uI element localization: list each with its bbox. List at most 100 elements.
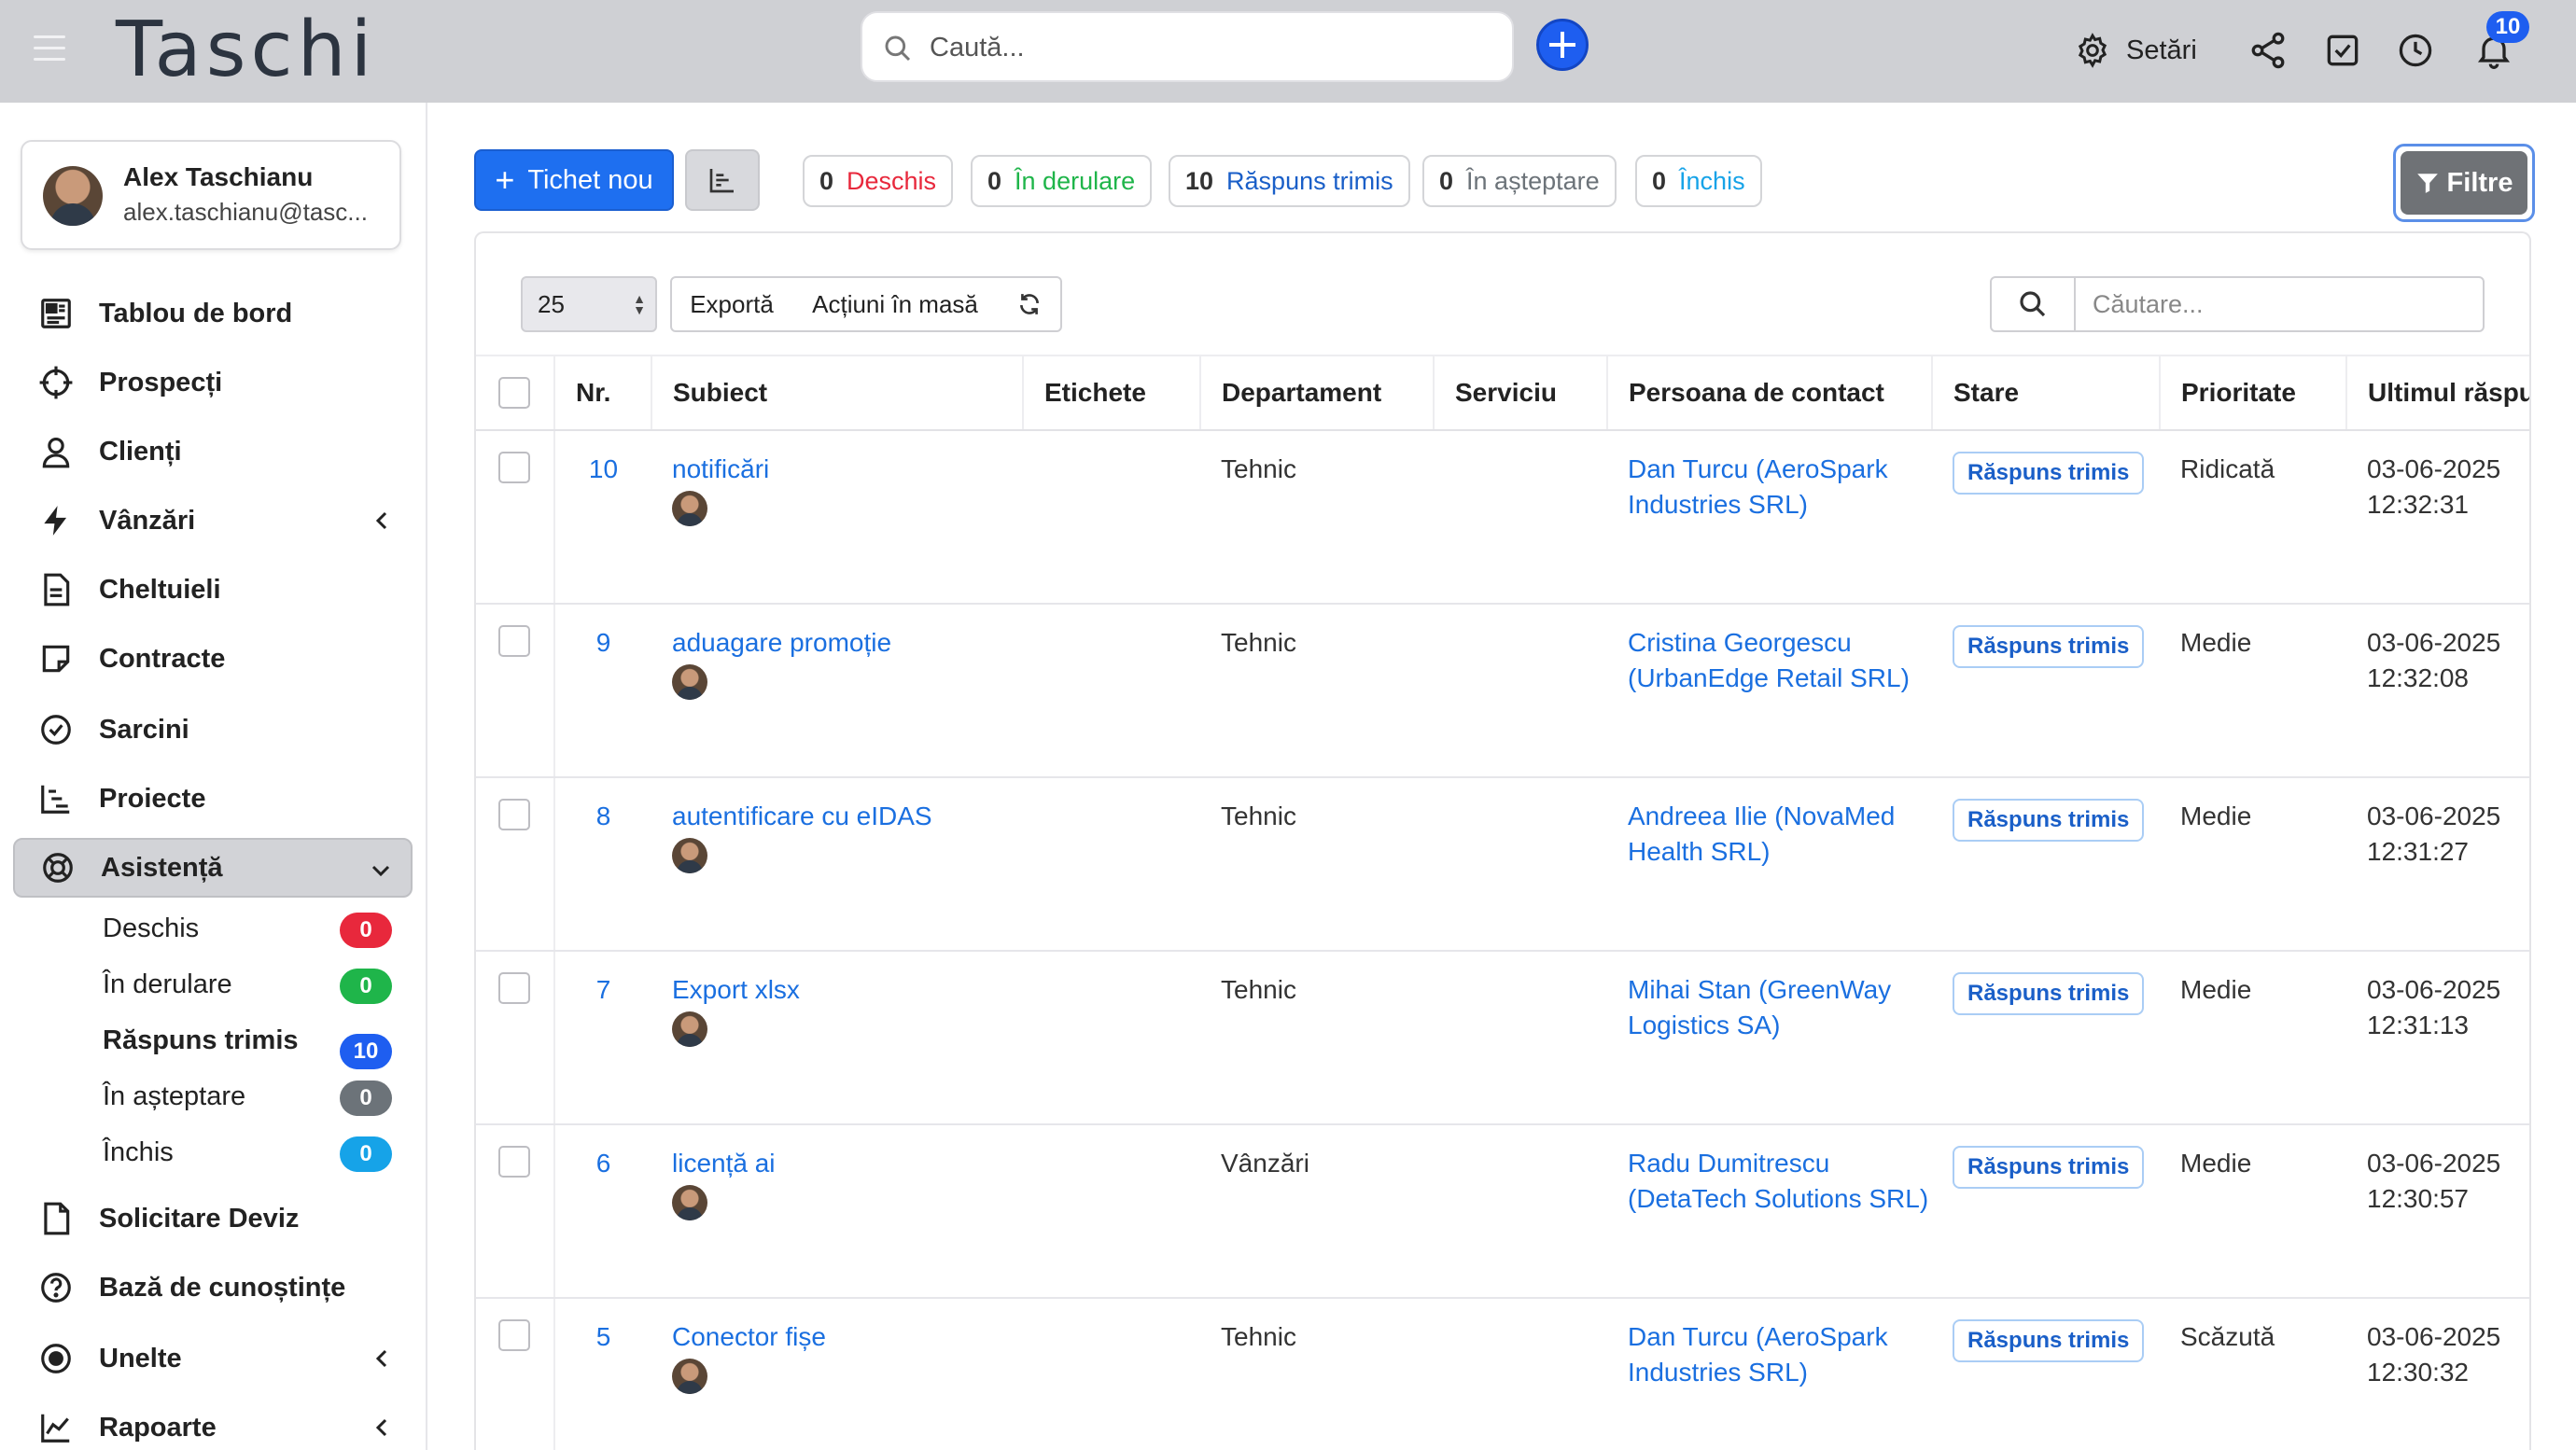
plus-icon: + bbox=[495, 160, 515, 199]
status-badge: Răspuns trimis bbox=[1953, 1319, 2145, 1362]
column-header[interactable]: Persoana de contact bbox=[1606, 355, 1932, 431]
column-header[interactable]: Prioritate bbox=[2159, 355, 2346, 431]
sidebar-item-support[interactable]: Asistență bbox=[13, 838, 413, 898]
column-header[interactable]: Serviciu bbox=[1433, 355, 1607, 431]
ticket-number-link[interactable]: 6 bbox=[596, 1149, 611, 1178]
contact-link[interactable]: Cristina Georgescu (UrbanEdge Retail SRL… bbox=[1628, 628, 1910, 692]
column-header[interactable]: Nr. bbox=[553, 355, 651, 431]
sidebar-subitem-in-progress[interactable]: În derulare 0 bbox=[103, 961, 392, 1008]
select-all-checkbox[interactable] bbox=[498, 377, 530, 409]
user-profile-card[interactable]: Alex Taschianu alex.taschianu@tasc... bbox=[21, 140, 401, 250]
hamburger-menu-icon[interactable] bbox=[34, 35, 65, 63]
tickets-table-body: 10 notificări Tehnic Dan Turcu (AeroSpar… bbox=[476, 430, 2529, 1450]
filters-button[interactable]: Filtre bbox=[2393, 144, 2535, 222]
sidebar-item-tools[interactable]: Unelte bbox=[13, 1329, 413, 1388]
assignee-avatar bbox=[672, 664, 707, 700]
sidebar-item-knowledge-base[interactable]: Bază de cunoștințe bbox=[13, 1258, 413, 1318]
sidebar-item-reports[interactable]: Rapoarte bbox=[13, 1398, 413, 1450]
refresh-button[interactable] bbox=[999, 276, 1062, 332]
chart-toggle-button[interactable] bbox=[685, 149, 760, 211]
row-checkbox[interactable] bbox=[498, 452, 530, 483]
global-search-input[interactable] bbox=[930, 26, 1490, 69]
sidebar-item-projects[interactable]: Proiecte bbox=[13, 769, 413, 829]
table-search[interactable] bbox=[1990, 276, 2485, 332]
status-count: 10 bbox=[1185, 166, 1214, 195]
ticket-subject-link[interactable]: notificări bbox=[672, 454, 769, 483]
ticket-subject-link[interactable]: licență ai bbox=[672, 1149, 776, 1178]
sidebar-item-prospects[interactable]: Prospecți bbox=[13, 353, 413, 412]
settings-button[interactable]: Setări bbox=[2074, 28, 2197, 73]
table-search-button[interactable] bbox=[1992, 278, 2076, 330]
share-icon[interactable] bbox=[2247, 30, 2289, 71]
service-cell bbox=[1434, 430, 1607, 605]
row-checkbox[interactable] bbox=[498, 625, 530, 657]
sidebar-item-quote-request[interactable]: Solicitare Deviz bbox=[13, 1189, 413, 1248]
status-filter-in-progress[interactable]: 0 În derulare bbox=[971, 155, 1153, 207]
table-search-input[interactable] bbox=[2093, 287, 2466, 321]
contact-link[interactable]: Dan Turcu (AeroSpark Industries SRL) bbox=[1628, 454, 1888, 519]
contact-link[interactable]: Radu Dumitrescu (DetaTech Solutions SRL) bbox=[1628, 1149, 1928, 1213]
priority-cell: Medie bbox=[2160, 1124, 2346, 1299]
department-cell: Tehnic bbox=[1200, 951, 1434, 1125]
ticket-number-link[interactable]: 9 bbox=[596, 628, 611, 657]
sidebar-subitem-answered[interactable]: Răspuns trimis 10 bbox=[103, 1017, 392, 1069]
chevron-down-icon[interactable] bbox=[370, 858, 392, 881]
sidebar-item-sales[interactable]: Vânzări bbox=[13, 491, 413, 551]
column-header[interactable]: Etichete bbox=[1022, 355, 1200, 431]
status-filter-open[interactable]: 0 Deschis bbox=[803, 155, 954, 207]
row-checkbox[interactable] bbox=[498, 1319, 530, 1351]
row-checkbox[interactable] bbox=[498, 972, 530, 1004]
last-reply-cell: 03-06-2025 12:32:31 bbox=[2346, 430, 2529, 605]
chevron-left-icon[interactable] bbox=[371, 509, 394, 532]
quick-add-button[interactable] bbox=[1536, 19, 1589, 71]
sidebar-subitem-open[interactable]: Deschis 0 bbox=[103, 905, 392, 952]
sidebar-item-dashboard[interactable]: Tablou de bord bbox=[13, 284, 413, 343]
tags-cell bbox=[1023, 1124, 1200, 1299]
status-filter-answered[interactable]: 10 Răspuns trimis bbox=[1169, 155, 1410, 207]
ticket-number-link[interactable]: 10 bbox=[589, 454, 618, 483]
ticket-number-link[interactable]: 5 bbox=[596, 1322, 611, 1351]
ticket-subject-link[interactable]: aduagare promoție bbox=[672, 628, 891, 657]
status-label: Deschis bbox=[847, 166, 937, 195]
clock-icon[interactable] bbox=[2395, 30, 2436, 71]
assignee-avatar bbox=[672, 1185, 707, 1220]
sidebar-item-tasks[interactable]: Sarcini bbox=[13, 700, 413, 760]
chevron-left-icon[interactable] bbox=[371, 1416, 394, 1439]
ticket-subject-link[interactable]: Conector fișe bbox=[672, 1322, 826, 1351]
row-checkbox[interactable] bbox=[498, 1146, 530, 1178]
column-header[interactable]: Departament bbox=[1199, 355, 1434, 431]
app-logo[interactable]: Taschi bbox=[116, 7, 376, 93]
status-filter-waiting[interactable]: 0 În așteptare bbox=[1422, 155, 1617, 207]
assignee-avatar bbox=[672, 838, 707, 873]
sidebar-subitem-waiting[interactable]: În așteptare 0 bbox=[103, 1073, 392, 1120]
sidebar-item-expenses[interactable]: Cheltuieli bbox=[13, 560, 413, 620]
sidebar-subitem-closed[interactable]: Închis 0 bbox=[103, 1129, 392, 1176]
crosshair-icon bbox=[39, 366, 73, 399]
page-size-select[interactable]: 25 ▲ ▼ bbox=[521, 276, 657, 332]
contact-link[interactable]: Andreea Ilie (NovaMed Health SRL) bbox=[1628, 802, 1895, 866]
ticket-number-link[interactable]: 7 bbox=[596, 975, 611, 1004]
bulk-actions-button[interactable]: Acțiuni în masă bbox=[791, 276, 1001, 332]
column-header[interactable]: Ultimul răspuns bbox=[2345, 355, 2529, 431]
new-ticket-button[interactable]: + Tichet nou bbox=[474, 149, 674, 211]
column-header[interactable]: Stare bbox=[1931, 355, 2160, 431]
row-checkbox[interactable] bbox=[498, 799, 530, 830]
contact-link[interactable]: Mihai Stan (GreenWay Logistics SA) bbox=[1628, 975, 1891, 1039]
global-search[interactable] bbox=[861, 11, 1514, 82]
ticket-subject-link[interactable]: autentificare cu eIDAS bbox=[672, 802, 932, 830]
ticket-number-link[interactable]: 8 bbox=[596, 802, 611, 830]
sidebar-item-label: Sarcini bbox=[99, 714, 189, 745]
status-label: În așteptare bbox=[1466, 166, 1600, 195]
ticket-subject-link[interactable]: Export xlsx bbox=[672, 975, 800, 1004]
column-header[interactable]: Subiect bbox=[651, 355, 1023, 431]
status-badge: Răspuns trimis bbox=[1953, 972, 2145, 1015]
status-filter-closed[interactable]: 0 Închis bbox=[1635, 155, 1762, 207]
chevron-left-icon[interactable] bbox=[371, 1347, 394, 1370]
contact-link[interactable]: Dan Turcu (AeroSpark Industries SRL) bbox=[1628, 1322, 1888, 1387]
sidebar-item-clients[interactable]: Clienți bbox=[13, 422, 413, 481]
tags-cell bbox=[1023, 951, 1200, 1125]
checkbox-tasks-icon[interactable] bbox=[2322, 30, 2363, 71]
table-row: 5 Conector fișe Tehnic Dan Turcu (AeroSp… bbox=[476, 1298, 2529, 1450]
export-button[interactable]: Exportă bbox=[670, 276, 793, 332]
sidebar-item-contracts[interactable]: Contracte bbox=[13, 629, 413, 689]
